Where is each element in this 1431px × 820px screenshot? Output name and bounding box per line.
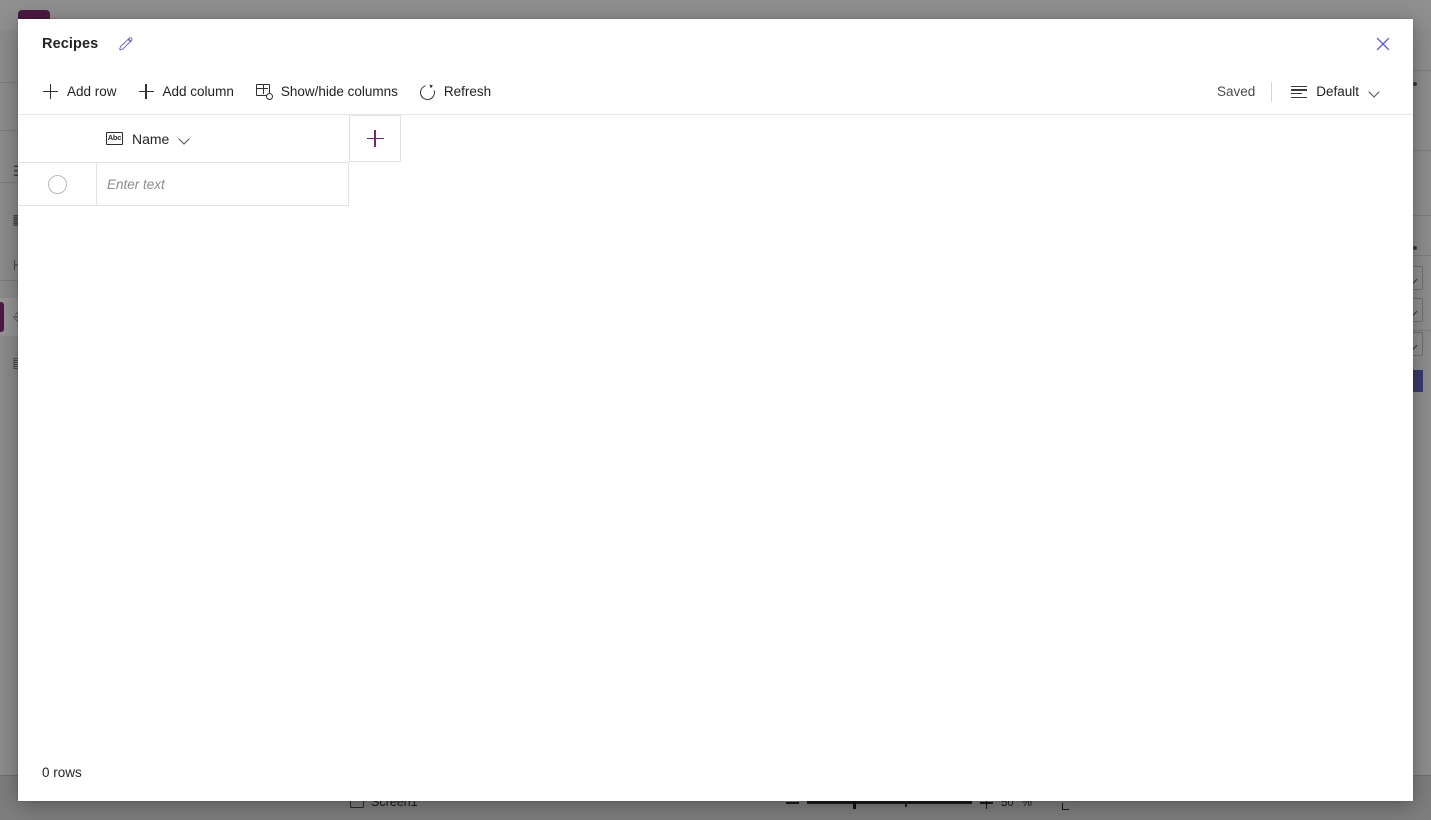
plus-icon xyxy=(138,84,154,99)
refresh-icon xyxy=(420,84,435,99)
refresh-button[interactable]: Refresh xyxy=(409,76,502,108)
view-selector-button[interactable]: Default xyxy=(1280,76,1391,108)
table-row[interactable] xyxy=(18,162,349,206)
show-hide-columns-label: Show/hide columns xyxy=(280,84,398,99)
abc-text-type-icon: Abc xyxy=(106,132,123,145)
add-row-label: Add row xyxy=(67,84,117,99)
add-column-header-button[interactable] xyxy=(349,115,401,162)
dialog-body: Abc Name xyxy=(18,115,1413,743)
show-hide-columns-button[interactable]: Show/hide columns xyxy=(245,76,409,108)
radio-circle-icon[interactable] xyxy=(47,174,67,194)
column-header-label: Name xyxy=(132,130,170,147)
row-selector-cell[interactable] xyxy=(18,163,96,205)
chevron-down-icon xyxy=(1368,86,1380,98)
plus-icon xyxy=(366,130,384,147)
close-dialog-button[interactable] xyxy=(1367,29,1399,59)
edit-table-name-button[interactable] xyxy=(112,31,138,57)
refresh-label: Refresh xyxy=(443,84,492,99)
name-input[interactable] xyxy=(107,176,348,192)
add-column-label: Add column xyxy=(162,84,234,99)
cell-name[interactable] xyxy=(96,163,349,205)
chevron-down-icon[interactable] xyxy=(178,133,190,145)
add-row-button[interactable]: Add row xyxy=(32,76,128,108)
view-selector-label: Default xyxy=(1316,84,1359,99)
dialog-title: Recipes xyxy=(42,36,99,52)
zoom-slider[interactable] xyxy=(807,796,972,809)
save-status: Saved xyxy=(1216,84,1256,99)
dialog-header: Recipes xyxy=(18,19,1413,69)
grid-header-selector-cell xyxy=(18,115,96,162)
view-list-icon xyxy=(1291,85,1308,98)
plus-icon xyxy=(43,84,58,99)
pencil-icon xyxy=(119,36,133,50)
dialog-command-bar: Add row Add column Show/hide columns Ref… xyxy=(18,69,1413,115)
row-count-label: 0 rows xyxy=(42,764,82,780)
dialog-footer: 0 rows xyxy=(18,743,1413,801)
grid-header-row: Abc Name xyxy=(18,115,1413,162)
command-bar-divider xyxy=(1271,81,1273,102)
rail-selected-indicator xyxy=(0,302,4,332)
close-icon xyxy=(1376,37,1390,51)
column-header-name[interactable]: Abc Name xyxy=(96,115,349,162)
add-column-button[interactable]: Add column xyxy=(128,76,245,108)
table-editor-dialog: Recipes Add row Add column Show/hide col… xyxy=(18,19,1413,801)
columns-settings-icon xyxy=(255,84,273,100)
